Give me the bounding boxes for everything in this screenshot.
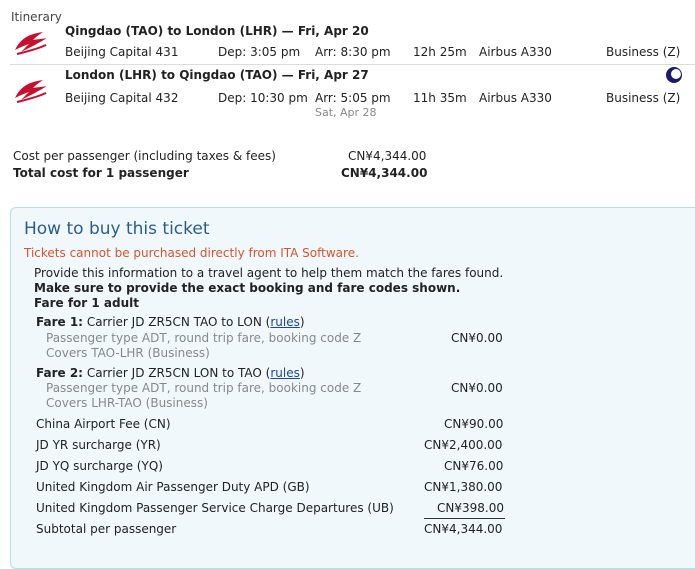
cost-per-passenger-value: CN¥4,344.00: [348, 149, 427, 163]
flight-cabin: Business (Z): [606, 45, 681, 59]
fare-label: Fare 1:: [36, 315, 83, 329]
itinerary-heading: Itinerary: [11, 10, 62, 24]
flight-arrival-date: Sat, Apr 28: [315, 106, 377, 119]
fare-description: Carrier JD ZR5CN LON to TAO: [86, 366, 262, 380]
subtotal-value: CN¥4,344.00: [424, 522, 503, 536]
flight-arrival: Arr: 8:30 pm: [315, 45, 391, 59]
tax-label: JD YR surcharge (YR): [36, 438, 161, 452]
subtotal-label: Subtotal per passenger: [36, 522, 177, 536]
fare-coverage: Covers LHR-TAO (Business): [46, 396, 208, 410]
flight-route: Qingdao (TAO) to London (LHR) — Fri, Apr…: [65, 24, 369, 38]
flight-airline: Beijing Capital 432: [65, 91, 179, 105]
tax-label: United Kingdom Air Passenger Duty APD (G…: [36, 480, 310, 494]
tax-amount: CN¥1,380.00: [424, 480, 503, 494]
flight-departure: Dep: 3:05 pm: [218, 45, 301, 59]
fare-coverage: Covers TAO-LHR (Business): [46, 346, 210, 360]
beijing-capital-airlines-logo: [15, 32, 47, 55]
tax-label: United Kingdom Passenger Service Charge …: [36, 501, 394, 515]
booking-code-notice: Make sure to provide the exact booking a…: [34, 281, 461, 295]
tax-amount: CN¥398.00: [437, 501, 504, 515]
fare-rules-link[interactable]: rules: [270, 366, 300, 380]
fare-description: Carrier JD ZR5CN TAO to LON: [86, 315, 262, 329]
fare-amount: CN¥0.00: [451, 381, 503, 395]
flight-route: London (LHR) to Qingdao (TAO) — Fri, Apr…: [65, 68, 369, 82]
beijing-capital-airlines-logo: [15, 80, 47, 103]
fare-label: Fare 2:: [36, 366, 83, 380]
fare-line: Fare 1: Carrier JD ZR5CN TAO to LON (rul…: [36, 315, 305, 329]
tax-label: China Airport Fee (CN): [36, 417, 171, 431]
fare-line: Fare 2: Carrier JD ZR5CN LON to TAO (rul…: [36, 366, 305, 380]
tax-label: JD YQ surcharge (YQ): [36, 459, 163, 473]
flight-cabin: Business (Z): [606, 91, 681, 105]
flight-aircraft: Airbus A330: [479, 45, 552, 59]
tax-amount: CN¥76.00: [444, 459, 504, 473]
total-cost-label: Total cost for 1 passenger: [13, 166, 189, 180]
flight-duration: 12h 25m: [413, 45, 467, 59]
fare-rules-link[interactable]: rules: [270, 315, 300, 329]
rules-close: ): [299, 366, 305, 380]
rules-close: ): [299, 315, 305, 329]
flight-divider: [10, 64, 695, 65]
fare-amount: CN¥0.00: [451, 331, 503, 345]
purchase-warning: Tickets cannot be purchased directly fro…: [24, 246, 359, 260]
fare-detail: Passenger type ADT, round trip fare, boo…: [46, 381, 362, 395]
fare-header: Fare for 1 adult: [34, 296, 139, 310]
flight-arrival: Arr: 5:05 pm: [315, 91, 391, 105]
tax-amount: CN¥2,400.00: [424, 438, 503, 452]
total-cost-value: CN¥4,344.00: [341, 166, 428, 180]
agent-instructions: Provide this information to a travel age…: [34, 266, 504, 280]
flight-duration: 11h 35m: [413, 91, 467, 105]
flight-aircraft: Airbus A330: [479, 91, 552, 105]
overnight-moon-icon: [666, 67, 682, 83]
fare-detail: Passenger type ADT, round trip fare, boo…: [46, 331, 362, 345]
flight-departure: Dep: 10:30 pm: [218, 91, 308, 105]
how-to-buy-title: How to buy this ticket: [24, 219, 210, 239]
cost-per-passenger-label: Cost per passenger (including taxes & fe…: [13, 149, 276, 163]
flight-airline: Beijing Capital 431: [65, 45, 179, 59]
tax-amount: CN¥90.00: [444, 417, 504, 431]
subtotal-rule: [424, 518, 505, 519]
